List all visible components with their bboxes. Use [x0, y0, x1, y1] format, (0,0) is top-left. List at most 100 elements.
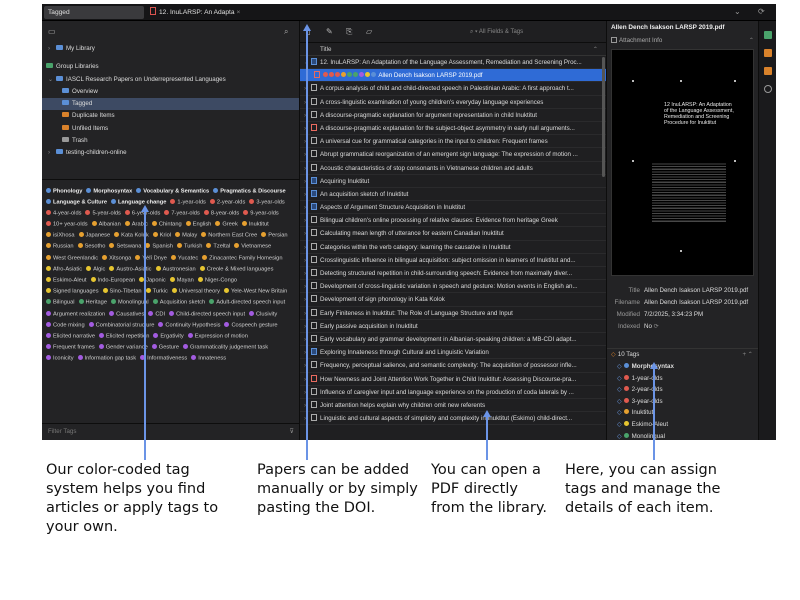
tag-chip[interactable]: Continuity Hypothesis [158, 321, 220, 330]
tag-chip[interactable]: Northern East Cree [201, 232, 257, 240]
tag-chip[interactable]: Spanish [145, 243, 173, 251]
add-attachment-icon[interactable]: ⎘ [346, 27, 352, 37]
tag-chip[interactable]: Argument realization [46, 310, 105, 319]
tag-chip[interactable]: Phonology [46, 187, 82, 196]
item-tag-row[interactable]: ◇ 2-year-olds [607, 384, 759, 396]
tag-chip[interactable]: isiXhosa [46, 232, 75, 240]
tag-chip[interactable]: Indo-European [90, 277, 135, 285]
sync-icon[interactable]: ⟳ [758, 7, 765, 16]
tag-chip[interactable]: Pragmatics & Discourse [213, 187, 286, 196]
pane-divider[interactable] [42, 179, 300, 180]
list-item[interactable]: ›Abrupt grammatical reorganization of an… [300, 148, 606, 162]
filter-tags-input[interactable]: Filter Tags ⊽ [42, 423, 300, 440]
item-tag-row[interactable]: ◇ Monolingual [607, 431, 759, 440]
tag-chip[interactable]: Sesotho [77, 243, 105, 251]
tag-chip[interactable]: Language & Culture [46, 198, 107, 207]
tag-chip[interactable]: Afro-Asiatic [46, 265, 82, 274]
list-item[interactable]: ›Development of cross-linguistic variati… [300, 280, 606, 294]
tag-chip[interactable]: Austronesian [155, 265, 196, 274]
tag-chip[interactable]: Chintang [151, 221, 182, 229]
tree-item-unfiled[interactable]: Unfiled Items [42, 123, 299, 135]
tag-chip[interactable]: Iconicity [46, 355, 74, 363]
tag-chip[interactable]: Albanian [91, 221, 121, 229]
item-tag-row[interactable]: ◇ 1-year-olds [607, 373, 759, 385]
tag-chip[interactable]: Gender variance [98, 344, 148, 352]
tag-chip[interactable]: English [185, 221, 211, 229]
tag-chip[interactable]: Code mixing [46, 321, 85, 330]
tag-chip[interactable]: 10+ year-olds [46, 221, 88, 229]
tag-chip[interactable]: Inuktitut [241, 221, 269, 229]
tags-section-header[interactable]: ◇ 10 Tags + ⌃ [607, 348, 759, 360]
tree-item-duplicates[interactable]: Duplicate Items [42, 110, 299, 122]
tag-chip[interactable]: Causatives [109, 310, 144, 319]
tag-chip[interactable]: Turkic [145, 288, 168, 296]
tag-chip[interactable]: Sino-Tibetan [102, 288, 142, 296]
tag-chip[interactable]: Frequent frames [46, 344, 95, 352]
tag-chip[interactable]: Zinacantec Family Homesign [202, 254, 283, 263]
tag-chip[interactable]: Child-directed speech input [169, 310, 245, 319]
list-item[interactable]: ›Detecting structured repetition in chil… [300, 267, 606, 281]
list-item[interactable]: ›Acquiring Inuktitut [300, 175, 606, 188]
tag-chip[interactable]: Yele-West New Britain [223, 288, 287, 296]
list-item[interactable]: ›Acoustic characteristics of stop conson… [300, 162, 606, 175]
tag-chip[interactable]: 5-year-olds [85, 209, 121, 218]
tag-chip[interactable]: Clusivity [249, 310, 277, 319]
tag-chip[interactable]: Information gap task [77, 355, 136, 363]
tag-chip[interactable]: Expression of motion [187, 332, 248, 341]
tag-chip[interactable]: CDI [148, 310, 165, 319]
tag-chip[interactable]: 3-year-olds [249, 198, 285, 207]
list-item[interactable]: ›An acquisition sketch of Inuktitut [300, 188, 606, 202]
chevron-down-icon[interactable]: ⌄ [734, 7, 741, 16]
tree-testing[interactable]: › testing-children-online [42, 147, 299, 159]
list-item[interactable]: ›Calculating mean length of utterance fo… [300, 227, 606, 241]
list-item[interactable]: ›A universal cue for grammatical categor… [300, 135, 606, 149]
list-item[interactable]: ›Early vocabulary and grammar developmen… [300, 333, 606, 347]
item-tag-row[interactable]: ◇ Eskimo-Aleut [607, 419, 759, 431]
tag-chip[interactable]: Vocabulary & Semantics [136, 187, 209, 196]
filter-icon[interactable]: ⊽ [289, 428, 294, 435]
tag-chip[interactable]: Mayan [169, 277, 194, 285]
tag-chip[interactable]: Algic [86, 265, 105, 274]
tag-chip[interactable]: Acquisition sketch [152, 299, 205, 307]
tag-chip[interactable]: Universal theory [171, 288, 220, 296]
tag-chip[interactable]: 8-year-olds [203, 209, 239, 218]
tag-chip[interactable]: Yélî Dnye [135, 254, 167, 263]
column-header-title[interactable]: Title ⌃ [300, 43, 606, 56]
tag-chip[interactable]: Informativeness [140, 355, 187, 363]
info-icon[interactable] [764, 31, 772, 39]
tag-chip[interactable]: 1-year-olds [170, 198, 206, 207]
tag-chip[interactable]: Adult-directed speech input [209, 299, 285, 307]
list-item[interactable]: ⌄12. InuLARSP: An Adaptation of the Lang… [300, 56, 606, 70]
tag-chip[interactable]: Greek [215, 221, 238, 229]
list-item[interactable]: ›A cross-linguistic examination of young… [300, 96, 606, 109]
list-item[interactable]: ›How Newness and Joint Attention Work To… [300, 373, 606, 386]
list-item[interactable]: ›Early Finiteness in Inuktitut: The Role… [300, 307, 606, 320]
tag-chip[interactable]: Heritage [78, 299, 107, 307]
list-item[interactable]: ›Bilingual children's online processing … [300, 214, 606, 228]
item-tag-row[interactable]: ◇ Morphosyntax [607, 361, 759, 373]
item-tag-row[interactable]: ◇ 3-year-olds [607, 396, 759, 408]
attachment-info-header[interactable]: Attachment Info ⌃ [607, 35, 758, 47]
tag-chip[interactable]: Bilingual [46, 299, 75, 307]
new-note-icon[interactable]: ▱ [366, 27, 372, 36]
tree-item-tagged[interactable]: Tagged [42, 98, 299, 111]
list-item[interactable]: ›Frequency, perceptual salience, and sem… [300, 359, 606, 373]
list-item[interactable]: ›Linguistic and cultural aspects of simp… [300, 412, 606, 426]
search-input[interactable]: ⌕ ▾ All Fields & Tags [470, 26, 598, 38]
tag-chip[interactable]: Niger-Congo [197, 277, 237, 285]
add-tag-icon[interactable]: + ⌃ [742, 349, 753, 361]
tag-chip[interactable]: Setswana [109, 243, 141, 251]
list-item[interactable]: ›Exploring Innateness through Cultural a… [300, 346, 606, 360]
reindex-icon[interactable]: ⟳ [654, 323, 659, 330]
tag-chip[interactable]: Morphosyntax [86, 187, 132, 196]
tag-chip[interactable]: Persian [261, 232, 288, 240]
list-item[interactable]: ›A discourse-pragmatic explanation for t… [300, 122, 606, 136]
list-item[interactable]: ›A corpus analysis of child and child-di… [300, 82, 606, 96]
tree-group[interactable]: ⌄ IASCL Research Papers on Underrepresent… [42, 74, 299, 86]
scrollbar[interactable] [602, 57, 605, 177]
tag-chip[interactable]: Cospeech gesture [224, 321, 278, 330]
tag-chip[interactable]: Malay [175, 232, 197, 240]
list-item[interactable]: ›Influence of caregiver input and langua… [300, 386, 606, 399]
list-item[interactable]: ›Aspects of Argument Structure Acquisiti… [300, 201, 606, 215]
tab-library[interactable]: Tagged [44, 6, 144, 19]
